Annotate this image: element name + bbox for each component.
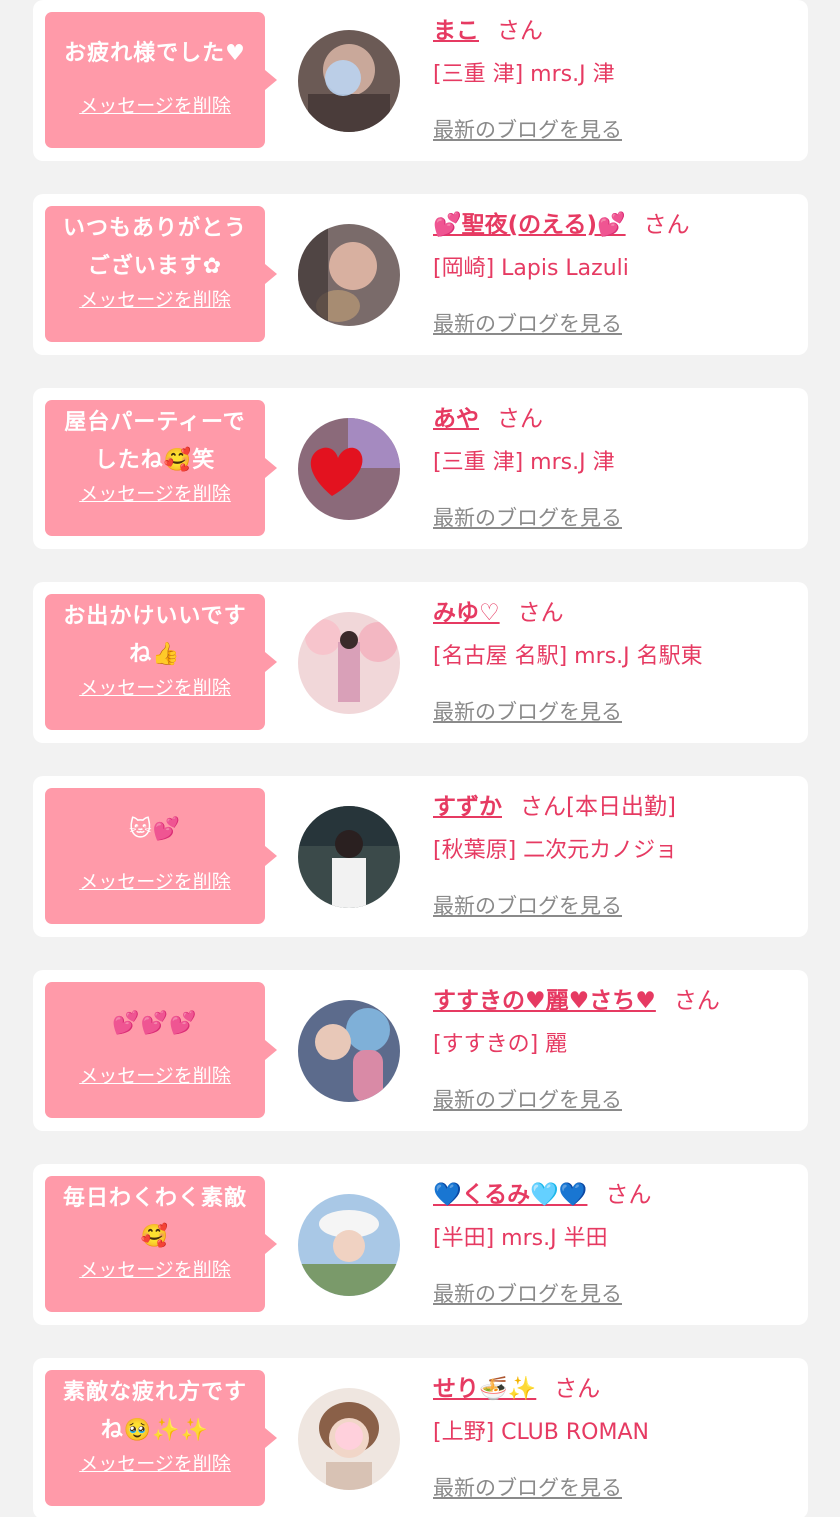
honorific: さん: [497, 18, 543, 44]
latest-blog-link[interactable]: 最新のブログを見る: [433, 698, 622, 726]
avatar-photo: [298, 1000, 400, 1102]
sender-name-link[interactable]: 💙くるみ🩵💙: [433, 1182, 587, 1208]
sender-name-link[interactable]: すすきの♥麗♥さち♥: [433, 988, 656, 1014]
avatar-photo: [298, 806, 400, 908]
honorific: さん: [673, 988, 720, 1014]
message-card: お出かけいいです ね👍 メッセージを削除 みゆ♡ さん [名古屋 名駅] mrs.…: [33, 582, 808, 743]
message-text: お疲れ様でした♥: [64, 41, 246, 66]
message-card: 🐱💕 メッセージを削除 すずか さん[本日出勤] [秋葉原] 二次元カノジョ 最新…: [33, 776, 808, 937]
sender-name-row: あや さん: [433, 402, 798, 436]
delete-message-link[interactable]: メッセージを削除: [45, 673, 265, 700]
heart-icon: [298, 418, 400, 520]
sender-name-link[interactable]: みゆ♡: [433, 600, 500, 626]
shop-label: [名古屋 名駅] mrs.J 名駅東: [433, 644, 703, 669]
message-text: いつもありがとう ございます✿: [62, 216, 247, 279]
message-text: 屋台パーティーで したね🥰笑: [64, 410, 246, 473]
latest-blog-link[interactable]: 最新のブログを見る: [433, 892, 622, 920]
shop-label: [三重 津] mrs.J 津: [433, 62, 615, 87]
shop-label: [上野] CLUB ROMAN: [433, 1420, 649, 1445]
shop-label: [半田] mrs.J 半田: [433, 1226, 608, 1251]
delete-message-link[interactable]: メッセージを削除: [45, 1061, 265, 1088]
avatar-photo: [298, 612, 400, 714]
sender-name-row: 💕聖夜(のえる)💕 さん: [433, 208, 798, 242]
message-card: お疲れ様でした♥ メッセージを削除 まこ さん [三重 津] mrs.J 津 最新…: [33, 0, 808, 161]
message-text: お出かけいいです ね👍: [63, 604, 247, 667]
avatar-photo: [298, 224, 400, 326]
delete-message-link[interactable]: メッセージを削除: [45, 91, 265, 118]
sender-name-link[interactable]: まこ: [433, 18, 479, 44]
message-text: 素敵な疲れ方です ね🥹✨✨: [62, 1380, 247, 1443]
latest-blog-link[interactable]: 最新のブログを見る: [433, 504, 622, 532]
sender-name-row: 💙くるみ🩵💙 さん: [433, 1178, 798, 1212]
shop-label: [秋葉原] 二次元カノジョ: [433, 838, 678, 863]
delete-message-link[interactable]: メッセージを削除: [45, 285, 265, 312]
sender-name-row: せり🍜✨ さん: [433, 1372, 798, 1406]
avatar[interactable]: [298, 1388, 400, 1490]
message-bubble: 素敵な疲れ方です ね🥹✨✨ メッセージを削除: [45, 1370, 277, 1506]
delete-message-link[interactable]: メッセージを削除: [45, 1449, 265, 1476]
avatar[interactable]: [298, 30, 400, 132]
avatar[interactable]: [298, 418, 400, 520]
honorific: さん: [605, 1182, 652, 1208]
avatar-photo: [298, 30, 400, 132]
message-card: 屋台パーティーで したね🥰笑 メッセージを削除 あや さん [三重 津] mrs.…: [33, 388, 808, 549]
message-text: 毎日わくわく素敵 🥰: [62, 1186, 247, 1249]
sender-name-link[interactable]: すずか: [433, 794, 502, 820]
message-card: いつもありがとう ございます✿ メッセージを削除 💕聖夜(のえる)💕 さん [岡崎…: [33, 194, 808, 355]
sender-name-link[interactable]: あや: [433, 406, 479, 432]
delete-message-link[interactable]: メッセージを削除: [45, 867, 265, 894]
sender-name-row: すすきの♥麗♥さち♥ さん: [433, 984, 798, 1018]
message-bubble: 屋台パーティーで したね🥰笑 メッセージを削除: [45, 400, 277, 536]
avatar[interactable]: [298, 1000, 400, 1102]
honorific: さん: [517, 600, 564, 626]
message-list: お疲れ様でした♥ メッセージを削除 まこ さん [三重 津] mrs.J 津 最新…: [0, 0, 840, 1517]
message-card: 素敵な疲れ方です ね🥹✨✨ メッセージを削除 せり🍜✨ さん [上野] CLUB …: [33, 1358, 808, 1517]
latest-blog-link[interactable]: 最新のブログを見る: [433, 310, 622, 338]
message-bubble: お疲れ様でした♥ メッセージを削除: [45, 12, 277, 148]
avatar[interactable]: [298, 1194, 400, 1296]
sender-name-link[interactable]: せり🍜✨: [433, 1376, 536, 1402]
shop-label: [三重 津] mrs.J 津: [433, 450, 615, 475]
latest-blog-link[interactable]: 最新のブログを見る: [433, 1474, 622, 1502]
latest-blog-link[interactable]: 最新のブログを見る: [433, 116, 622, 144]
shop-label: [すすきの] 麗: [433, 1032, 568, 1057]
message-text: 💕💕💕: [112, 1011, 198, 1036]
message-card: 毎日わくわく素敵 🥰 メッセージを削除 💙くるみ🩵💙 さん [半田] mrs.J …: [33, 1164, 808, 1325]
latest-blog-link[interactable]: 最新のブログを見る: [433, 1280, 622, 1308]
delete-message-link[interactable]: メッセージを削除: [45, 1255, 265, 1282]
message-text: 🐱💕: [128, 817, 182, 842]
message-bubble: お出かけいいです ね👍 メッセージを削除: [45, 594, 277, 730]
sender-name-row: すずか さん[本日出勤]: [433, 790, 798, 824]
honorific: さん: [497, 406, 543, 432]
message-card: 💕💕💕 メッセージを削除 すすきの♥麗♥さち♥ さん [すすきの] 麗 最新のブロ…: [33, 970, 808, 1131]
avatar-photo: [298, 1194, 400, 1296]
delete-message-link[interactable]: メッセージを削除: [45, 479, 265, 506]
message-bubble: 毎日わくわく素敵 🥰 メッセージを削除: [45, 1176, 277, 1312]
honorific: さん[本日出勤]: [520, 794, 676, 820]
shop-label: [岡崎] Lapis Lazuli: [433, 256, 629, 281]
message-bubble: 🐱💕 メッセージを削除: [45, 788, 277, 924]
latest-blog-link[interactable]: 最新のブログを見る: [433, 1086, 622, 1114]
message-bubble: いつもありがとう ございます✿ メッセージを削除: [45, 206, 277, 342]
avatar[interactable]: [298, 224, 400, 326]
sender-name-row: みゆ♡ さん: [433, 596, 798, 630]
avatar-photo: [298, 1388, 400, 1490]
honorific: さん: [554, 1376, 601, 1402]
avatar[interactable]: [298, 612, 400, 714]
message-bubble: 💕💕💕 メッセージを削除: [45, 982, 277, 1118]
avatar[interactable]: [298, 806, 400, 908]
sender-name-link[interactable]: 💕聖夜(のえる)💕: [433, 212, 626, 238]
honorific: さん: [643, 212, 690, 238]
sender-name-row: まこ さん: [433, 14, 798, 48]
